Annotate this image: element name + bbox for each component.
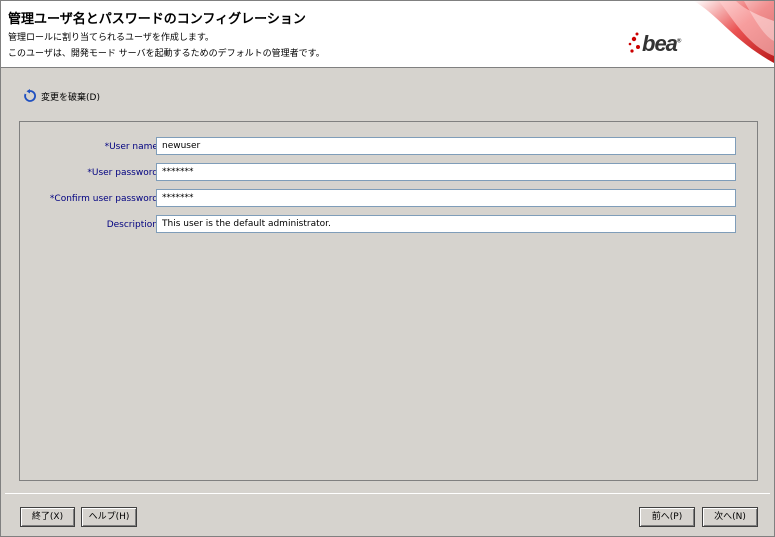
- user-password-row: *User password:: [20, 163, 757, 183]
- discard-changes-link[interactable]: 変更を破棄(D): [23, 88, 100, 104]
- undo-refresh-icon: [24, 89, 36, 102]
- confirm-password-input[interactable]: [156, 189, 736, 207]
- configuration-wizard-window: 管理ユーザ名とパスワードのコンフィグレーション 管理ロールに割り当てられるユーザ…: [0, 0, 775, 537]
- description-row: Description:: [20, 215, 757, 235]
- user-name-row: *User name:: [20, 137, 757, 157]
- discard-changes-label: 変更を破棄(D): [41, 92, 100, 103]
- description-line-2: このユーザは、開発モード サーバを起動するためのデフォルトの管理者です。: [8, 49, 325, 59]
- previous-button[interactable]: 前へ(P): [639, 507, 695, 527]
- user-password-label: *User password:: [87, 168, 161, 178]
- user-password-input[interactable]: [156, 163, 736, 181]
- description-input[interactable]: [156, 215, 736, 233]
- help-button[interactable]: ヘルプ(H): [81, 507, 137, 527]
- description-label: Description:: [106, 220, 161, 230]
- footer-divider: [5, 493, 770, 494]
- confirm-password-label: *Confirm user password:: [49, 194, 161, 204]
- logo-text: bea®: [642, 31, 681, 56]
- page-title: 管理ユーザ名とパスワードのコンフィグレーション: [8, 12, 306, 27]
- form-panel: *User name: *User password: *Confirm use…: [19, 121, 758, 481]
- next-button[interactable]: 次へ(N): [702, 507, 758, 527]
- bea-logo: bea®: [624, 1, 774, 67]
- header-panel: 管理ユーザ名とパスワードのコンフィグレーション 管理ロールに割り当てられるユーザ…: [1, 1, 774, 68]
- confirm-password-row: *Confirm user password:: [20, 189, 757, 209]
- exit-button[interactable]: 終了(X): [20, 507, 75, 527]
- user-name-label: *User name:: [104, 142, 161, 152]
- description-line-1: 管理ロールに割り当てられるユーザを作成します。: [8, 33, 214, 43]
- user-name-input[interactable]: [156, 137, 736, 155]
